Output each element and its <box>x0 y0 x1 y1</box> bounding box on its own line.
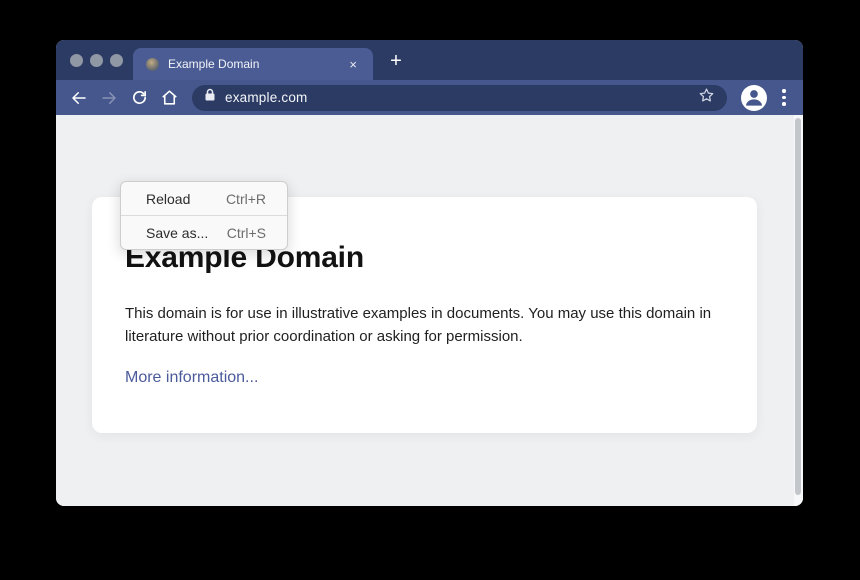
tab-close-icon[interactable]: × <box>346 56 360 73</box>
home-button[interactable] <box>156 85 182 111</box>
minimize-window-button[interactable] <box>90 54 103 67</box>
url-text[interactable]: example.com <box>225 90 698 105</box>
browser-window: Example Domain × + <box>56 40 803 506</box>
new-tab-button[interactable]: + <box>382 47 410 75</box>
tab-title: Example Domain <box>168 57 346 71</box>
reload-icon <box>131 89 148 106</box>
context-menu-item-reload[interactable]: Reload Ctrl+R <box>121 182 287 215</box>
browser-menu-button[interactable] <box>775 85 793 111</box>
forward-arrow-icon <box>100 89 118 107</box>
home-icon <box>160 88 179 107</box>
page-paragraph: This domain is for use in illustrative e… <box>125 303 712 349</box>
maximize-window-button[interactable] <box>110 54 123 67</box>
menu-dot-icon <box>782 96 786 100</box>
menu-dot-icon <box>782 89 786 93</box>
traffic-lights <box>70 54 123 67</box>
profile-avatar-button[interactable] <box>741 85 767 111</box>
tab-favicon-icon <box>146 58 159 71</box>
back-button[interactable] <box>66 85 92 111</box>
page-viewport: Example Domain This domain is for use in… <box>56 115 803 506</box>
back-arrow-icon <box>70 89 88 107</box>
scrollbar-thumb[interactable] <box>795 118 801 495</box>
more-information-link[interactable]: More information... <box>125 369 258 386</box>
menu-item-shortcut: Ctrl+S <box>227 225 266 241</box>
scrollbar[interactable] <box>794 115 803 506</box>
context-menu-item-save-as[interactable]: Save as... Ctrl+S <box>121 216 287 249</box>
menu-item-label: Reload <box>146 191 190 207</box>
toolbar: example.com <box>56 80 803 115</box>
context-menu: Reload Ctrl+R Save as... Ctrl+S <box>120 181 288 250</box>
bookmark-star-icon[interactable] <box>698 87 715 109</box>
menu-item-shortcut: Ctrl+R <box>226 191 266 207</box>
avatar-person-icon <box>744 87 764 111</box>
menu-item-label: Save as... <box>146 225 208 241</box>
forward-button[interactable] <box>96 85 122 111</box>
titlebar: Example Domain × + <box>56 40 803 80</box>
close-window-button[interactable] <box>70 54 83 67</box>
tab-example-domain[interactable]: Example Domain × <box>133 48 373 80</box>
menu-dot-icon <box>782 102 786 106</box>
address-bar[interactable]: example.com <box>192 85 727 111</box>
lock-icon <box>204 88 216 107</box>
reload-button[interactable] <box>126 85 152 111</box>
